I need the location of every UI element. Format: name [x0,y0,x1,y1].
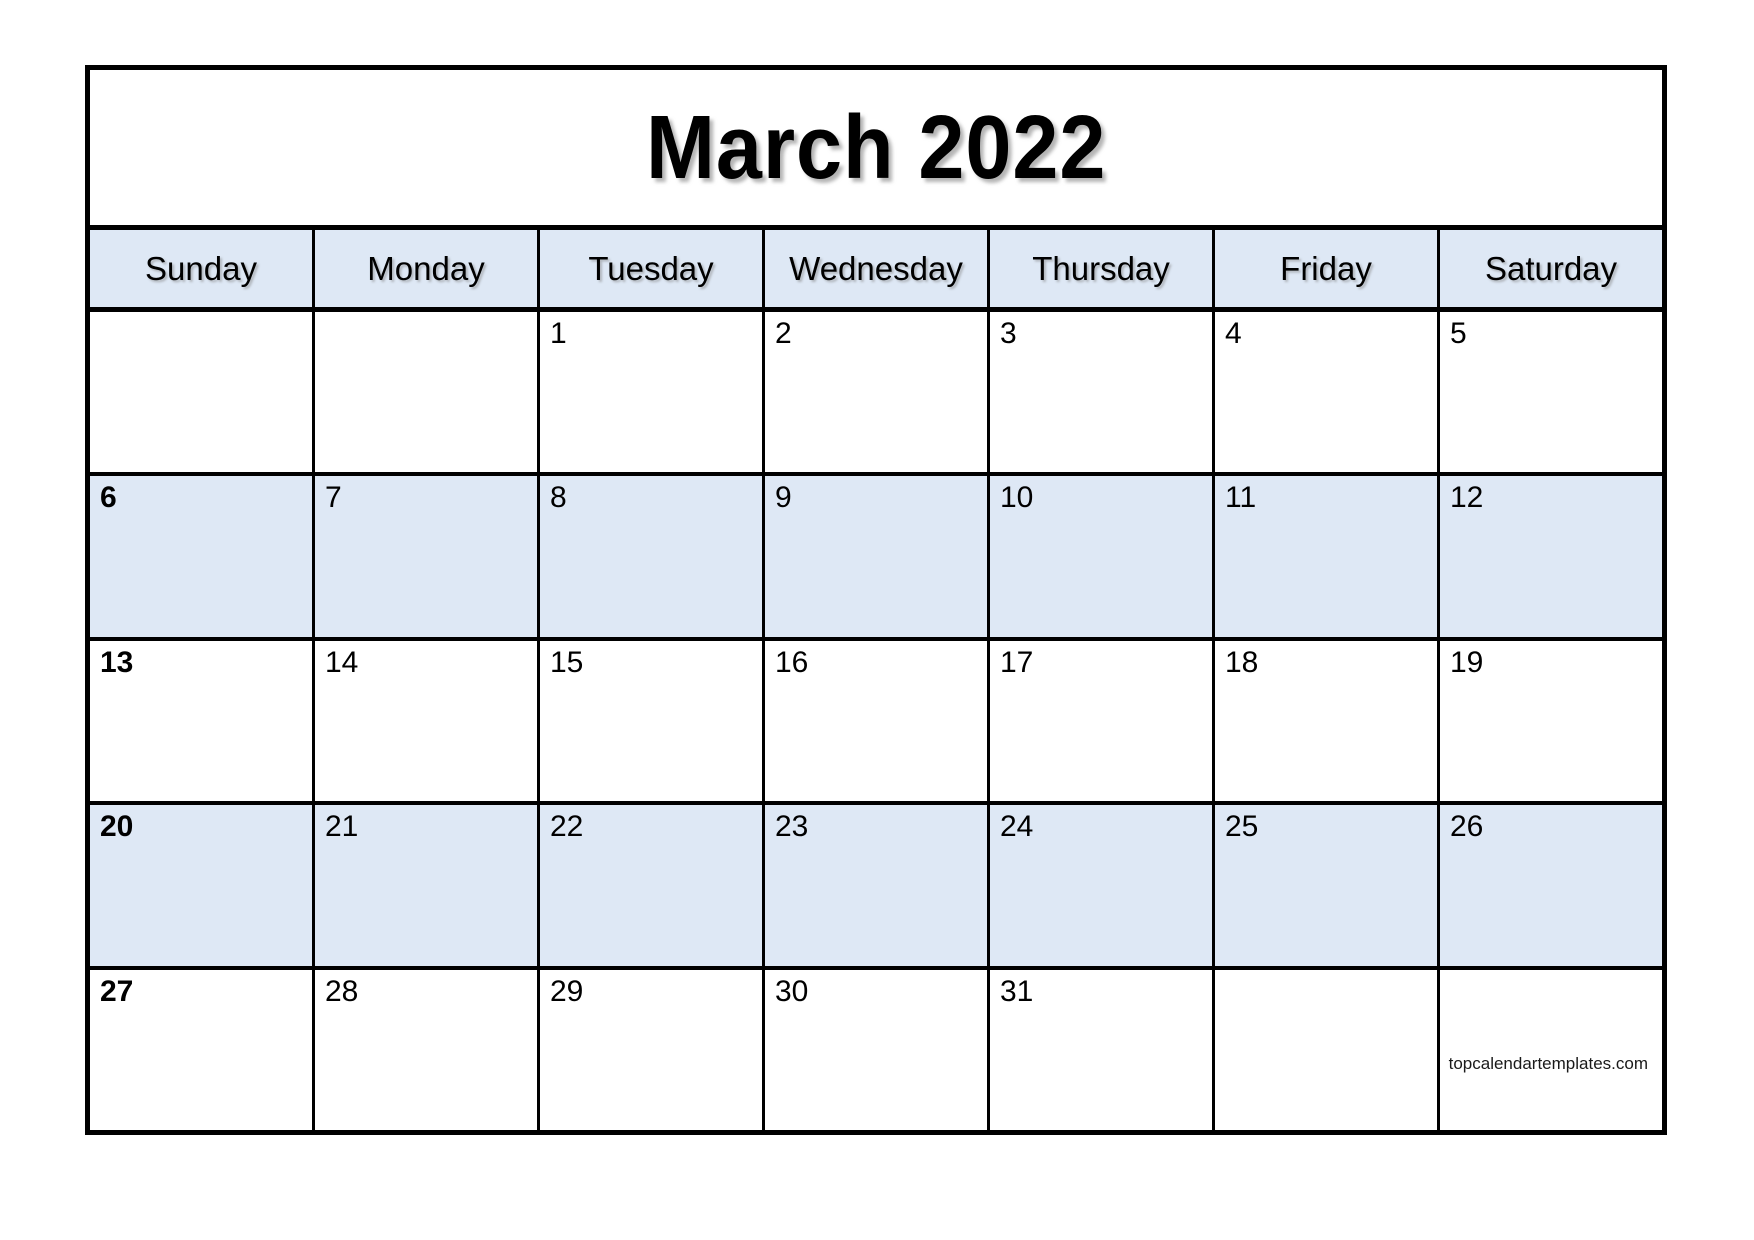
day-number: 9 [775,481,792,515]
calendar-week-row: 20 21 22 23 24 25 26 [90,805,1662,970]
day-cell[interactable]: 24 [990,805,1215,966]
day-cell[interactable]: 12 [1440,476,1662,637]
day-cell[interactable] [315,312,540,473]
day-cell[interactable]: 7 [315,476,540,637]
day-cell[interactable]: 26 [1440,805,1662,966]
weekday-header-saturday: Saturday [1440,230,1662,307]
day-number: 10 [1000,481,1034,515]
day-cell[interactable]: 13 [90,640,315,802]
day-number: 24 [1000,810,1034,844]
day-cell[interactable]: topcalendartemplates.com [1440,969,1662,1131]
day-cell[interactable] [90,312,315,473]
day-cell[interactable]: 28 [315,969,540,1131]
day-number: 14 [325,645,359,679]
day-cell[interactable]: 6 [90,476,315,637]
day-cell[interactable]: 22 [540,805,765,966]
day-cell[interactable]: 9 [765,476,990,637]
weekday-label: Monday [367,249,485,287]
day-cell[interactable]: 17 [990,640,1215,802]
day-cell[interactable]: 4 [1215,312,1440,473]
day-cell[interactable]: 31 [990,969,1215,1131]
weekday-label: Thursday [1032,249,1170,287]
day-cell[interactable]: 27 [90,969,315,1131]
day-number: 17 [1000,645,1034,679]
calendar-week-row: 13 14 15 16 17 18 19 [90,640,1662,806]
day-number: 4 [1225,317,1242,350]
calendar-week-row: 6 7 8 9 10 11 12 [90,476,1662,641]
weekday-label: Saturday [1484,249,1618,287]
day-cell[interactable]: 5 [1440,312,1662,473]
page-title: March 2022 [645,97,1107,198]
day-cell[interactable]: 3 [990,312,1215,473]
day-number: 5 [1450,317,1467,350]
day-cell[interactable]: 16 [765,640,990,802]
day-number: 8 [550,481,567,515]
day-number: 1 [550,317,567,350]
weekday-header-wednesday: Wednesday [765,230,990,307]
day-number: 23 [775,810,809,844]
site-watermark: topcalendartemplates.com [1448,1054,1648,1074]
day-cell[interactable]: 29 [540,969,765,1131]
day-number: 21 [325,810,359,844]
day-number: 16 [775,645,809,679]
day-cell[interactable]: 14 [315,640,540,802]
day-number: 11 [1225,481,1257,515]
weekday-label: Wednesday [789,249,963,287]
day-cell[interactable]: 2 [765,312,990,473]
calendar-week-row: 27 28 29 30 31 topcalendartemplates.com [90,969,1662,1131]
day-number: 29 [550,974,584,1008]
calendar-grid: 1 2 3 4 5 6 7 8 9 10 11 12 13 14 15 16 1… [90,312,1662,1131]
day-cell[interactable] [1215,969,1440,1131]
day-number: 12 [1450,481,1484,515]
day-cell[interactable]: 18 [1215,640,1440,802]
weekday-header-friday: Friday [1215,230,1440,307]
day-cell[interactable]: 15 [540,640,765,802]
day-cell[interactable]: 10 [990,476,1215,637]
weekday-header-tuesday: Tuesday [540,230,765,307]
day-number: 6 [100,481,117,515]
weekday-header-thursday: Thursday [990,230,1215,307]
day-number: 25 [1225,810,1259,844]
day-number: 30 [775,974,809,1008]
day-cell[interactable]: 19 [1440,640,1662,802]
weekday-header-row: Sunday Monday Tuesday Wednesday Thursday… [90,230,1662,312]
day-number: 28 [325,974,359,1008]
day-number: 18 [1225,645,1259,679]
weekday-header-sunday: Sunday [90,230,315,307]
day-cell[interactable]: 30 [765,969,990,1131]
day-number: 13 [100,645,134,679]
day-cell[interactable]: 20 [90,805,315,966]
day-cell[interactable]: 11 [1215,476,1440,637]
day-cell[interactable]: 21 [315,805,540,966]
day-number: 22 [550,810,584,844]
day-cell[interactable]: 8 [540,476,765,637]
calendar-title-band: March 2022 [90,70,1662,230]
day-cell[interactable]: 23 [765,805,990,966]
calendar-week-row: 1 2 3 4 5 [90,312,1662,477]
day-number: 20 [100,810,134,844]
weekday-label: Tuesday [588,249,714,287]
day-number: 19 [1450,645,1484,679]
weekday-header-monday: Monday [315,230,540,307]
day-cell[interactable]: 1 [540,312,765,473]
day-number: 15 [550,645,584,679]
day-cell[interactable]: 25 [1215,805,1440,966]
day-number: 3 [1000,317,1017,350]
weekday-label: Sunday [145,249,257,287]
day-number: 27 [100,974,134,1008]
day-number: 2 [775,317,792,350]
weekday-label: Friday [1280,249,1372,287]
day-number: 31 [1000,974,1034,1008]
calendar-sheet: March 2022 Sunday Monday Tuesday Wednesd… [85,65,1667,1135]
day-number: 7 [325,481,342,515]
calendar-page: March 2022 Sunday Monday Tuesday Wednesd… [0,0,1754,1240]
day-number: 26 [1450,810,1484,844]
